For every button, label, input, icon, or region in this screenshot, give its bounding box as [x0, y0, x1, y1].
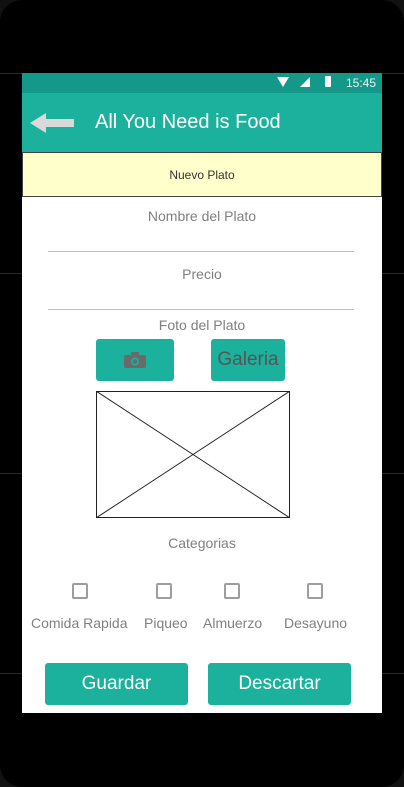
bezel-divider	[0, 73, 22, 74]
price-input[interactable]	[48, 309, 354, 310]
app-screen: 15:45 All You Need is Food Nuevo Plato N…	[22, 73, 382, 713]
category-label-almuerzo: Almuerzo	[203, 615, 263, 631]
gallery-label: Galeria	[217, 349, 279, 370]
status-time: 15:45	[345, 76, 376, 90]
battery-icon	[325, 76, 331, 87]
discard-button[interactable]: Descartar	[208, 663, 351, 705]
banner-label: Nuevo Plato	[169, 167, 235, 182]
photo-placeholder	[96, 391, 290, 518]
bezel-divider	[382, 473, 404, 474]
bezel-divider	[0, 473, 22, 474]
camera-button[interactable]	[96, 339, 174, 381]
save-button[interactable]: Guardar	[45, 663, 188, 705]
wifi-icon	[277, 77, 289, 87]
checkbox-almuerzo[interactable]	[224, 583, 240, 599]
gallery-button[interactable]: Galeria	[211, 339, 285, 381]
category-label-piqueo: Piqueo	[144, 615, 188, 631]
camera-icon	[124, 352, 146, 368]
save-label: Guardar	[81, 673, 152, 694]
bezel-divider	[382, 673, 404, 674]
new-dish-banner: Nuevo Plato	[22, 152, 382, 197]
category-label-desayuno: Desayuno	[284, 615, 348, 631]
cell-signal-icon	[300, 77, 310, 87]
status-bar: 15:45	[22, 73, 382, 93]
app-title: All You Need is Food	[95, 111, 281, 133]
bezel-divider	[382, 273, 404, 274]
photo-label: Foto del Plato	[158, 317, 246, 333]
discard-label: Descartar	[238, 673, 321, 694]
dish-name-label: Nombre del Plato	[147, 208, 257, 224]
phone-frame: 15:45 All You Need is Food Nuevo Plato N…	[0, 0, 404, 787]
price-label: Precio	[182, 266, 222, 282]
checkbox-comida-rapida[interactable]	[72, 583, 88, 599]
checkbox-desayuno[interactable]	[307, 583, 323, 599]
categories-label: Categorias	[168, 535, 236, 551]
bezel-divider	[0, 273, 22, 274]
bezel-divider	[0, 673, 22, 674]
back-arrow-icon[interactable]	[30, 113, 74, 133]
checkbox-piqueo[interactable]	[156, 583, 172, 599]
bezel-divider	[382, 73, 404, 74]
category-label-comida-rapida: Comida Rapida	[31, 615, 128, 631]
dish-name-input[interactable]	[48, 251, 354, 252]
app-bar: All You Need is Food	[22, 93, 382, 152]
